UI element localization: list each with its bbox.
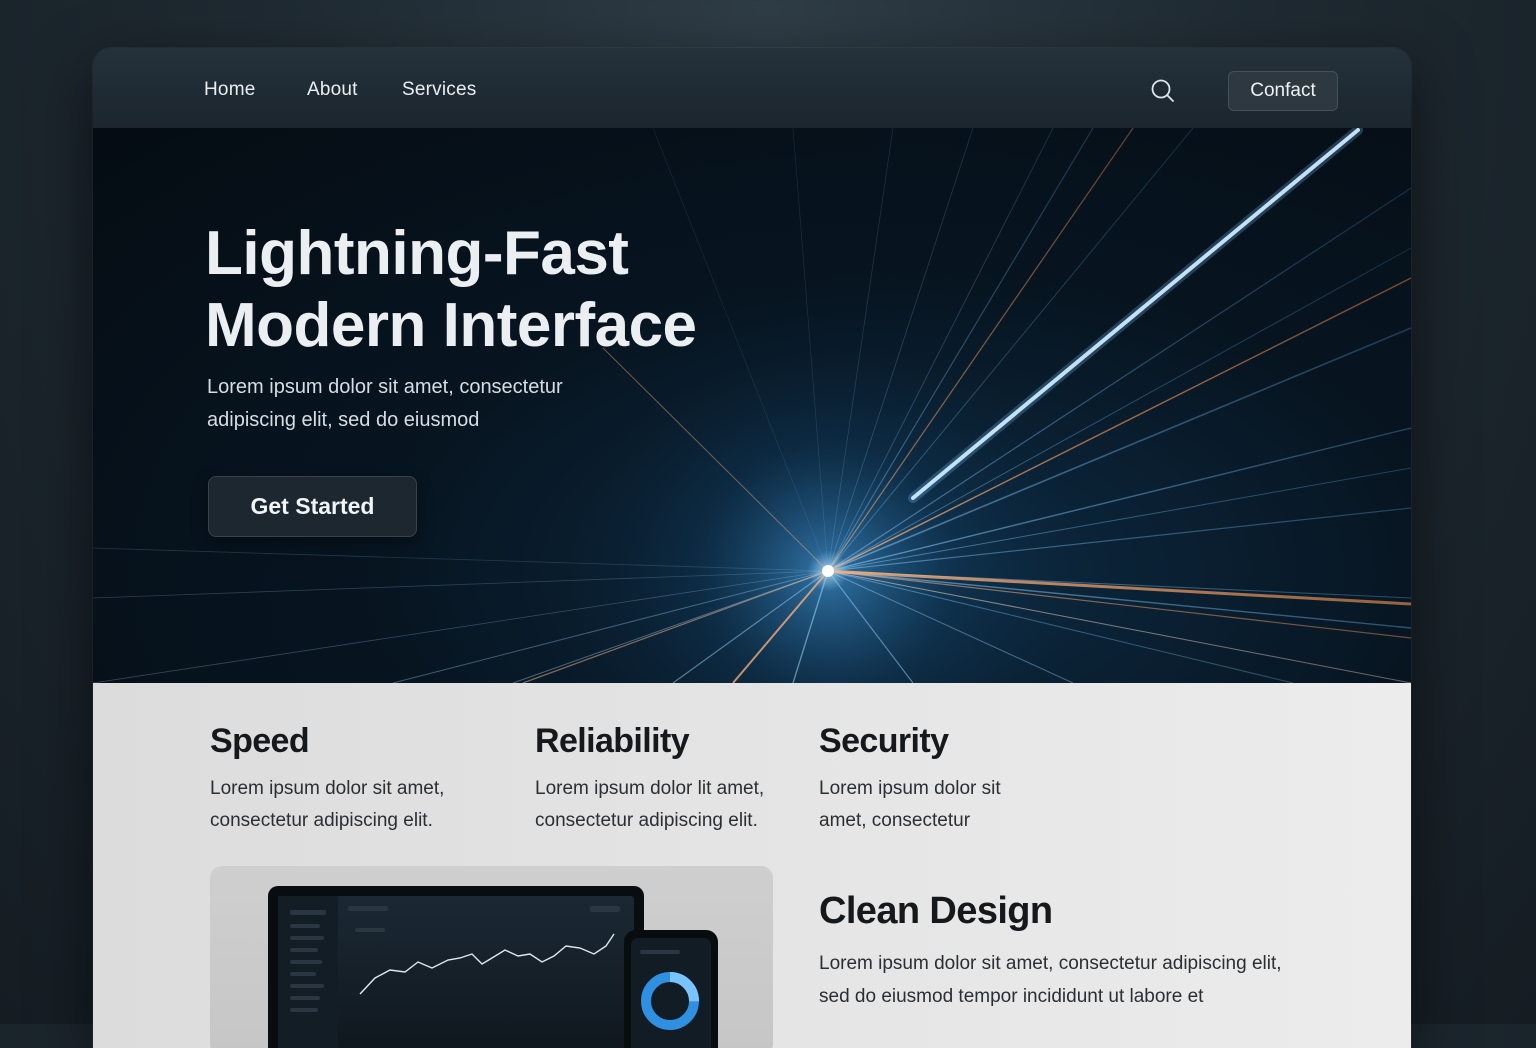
hero-subtitle-line-2: adipiscing elit, sed do eiusmod (207, 409, 480, 431)
feature-description: Lorem ipsum dolor sit amet, consectetur (819, 773, 1001, 837)
feature-description-line: Lorem ipsum dolor sit amet, (210, 778, 445, 799)
feature-description-line: Lorem ipsum dolor lit amet, (535, 778, 765, 799)
feature-description-line: consectetur adipiscing elit. (210, 810, 433, 831)
phone-mockup (624, 930, 718, 1048)
clean-design-title: Clean Design (819, 890, 1053, 932)
device-showcase-image (210, 866, 773, 1048)
feature-security: Security Lorem ipsum dolor sit amet, con… (819, 721, 1001, 837)
clean-design-line: Lorem ipsum dolor sit amet, consectetur … (819, 953, 1282, 974)
feature-description: Lorem ipsum dolor lit amet, consectetur … (535, 773, 764, 837)
hero-title: Lightning-Fast Modern Interface (205, 218, 805, 362)
features-section: Speed Lorem ipsum dolor sit amet, consec… (93, 683, 1411, 1048)
hero-subtitle-line-1: Lorem ipsum dolor sit amet, consectetur (207, 376, 563, 398)
feature-speed: Speed Lorem ipsum dolor sit amet, consec… (210, 721, 444, 837)
search-icon[interactable] (1150, 78, 1176, 104)
clean-design-description: Lorem ipsum dolor sit amet, consectetur … (819, 947, 1282, 1013)
hero-section: Lightning-Fast Modern Interface Lorem ip… (93, 128, 1411, 683)
browser-window: Home About Services Confact Lightning-Fa… (93, 48, 1411, 1048)
hero-title-line-1: Lightning-Fast (205, 219, 629, 288)
get-started-button[interactable]: Get Started (208, 476, 417, 537)
feature-title: Speed (210, 722, 310, 760)
feature-title: Security (819, 722, 949, 760)
hero-title-line-2: Modern Interface (205, 291, 697, 360)
feature-description-line: Lorem ipsum dolor sit (819, 778, 1001, 799)
contact-button[interactable]: Confact (1228, 71, 1338, 111)
nav-link-about[interactable]: About (307, 79, 358, 101)
clean-design-line: sed do eiusmod tempor incididunt ut labo… (819, 986, 1204, 1007)
nav-link-home[interactable]: Home (204, 79, 255, 101)
top-nav: Home About Services Confact (93, 48, 1411, 129)
hero-subtitle: Lorem ipsum dolor sit amet, consectetur … (207, 371, 627, 437)
clean-design-block: Clean Design Lorem ipsum dolor sit amet,… (819, 889, 1282, 1013)
feature-description: Lorem ipsum dolor sit amet, consectetur … (210, 773, 444, 837)
feature-title: Reliability (535, 722, 690, 760)
feature-reliability: Reliability Lorem ipsum dolor lit amet, … (535, 721, 764, 837)
feature-description-line: consectetur adipiscing elit. (535, 810, 758, 831)
feature-description-line: amet, consectetur (819, 810, 971, 831)
nav-link-services[interactable]: Services (402, 79, 476, 101)
